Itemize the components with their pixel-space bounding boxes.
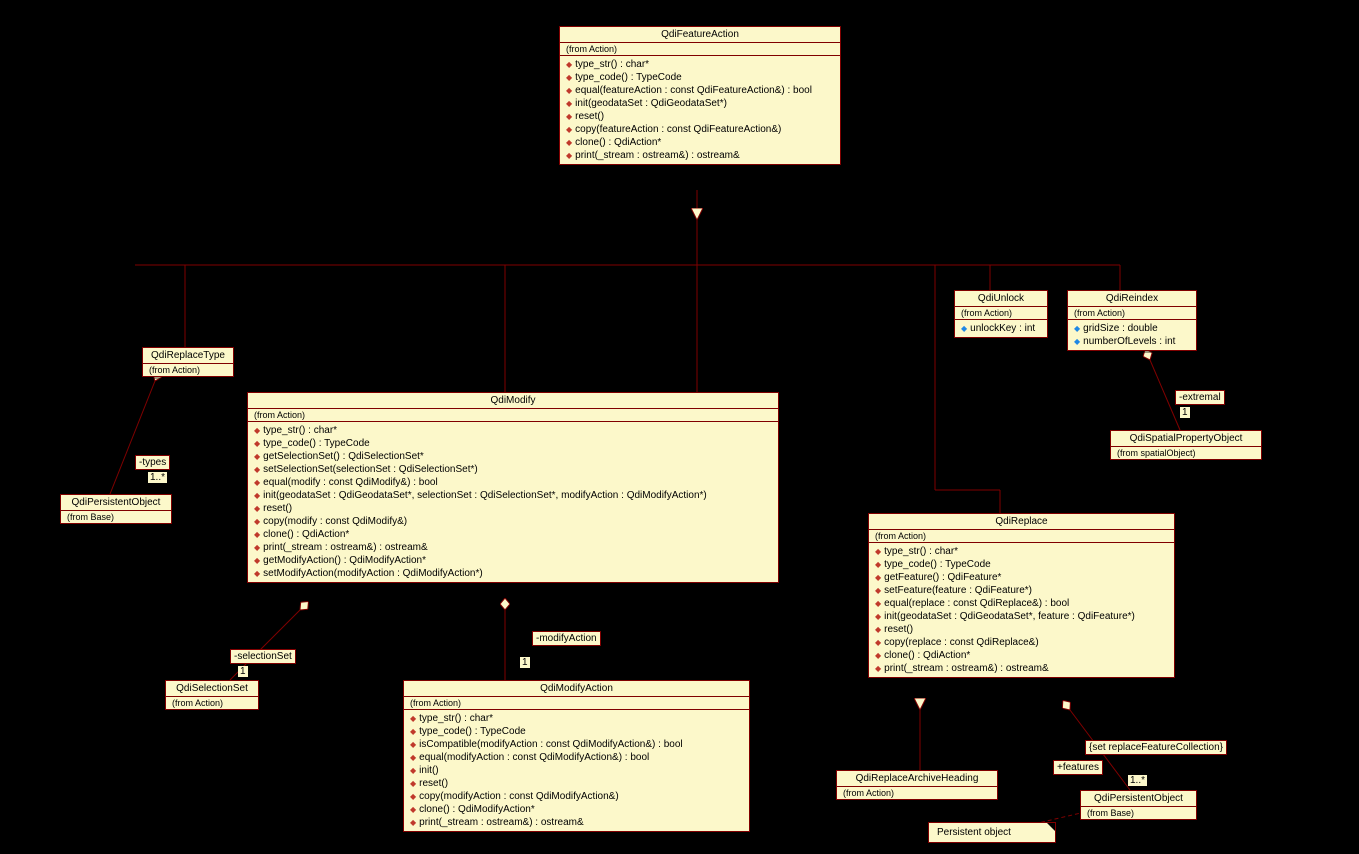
class-from: (from Action) — [248, 409, 778, 422]
class-from: (from Base) — [61, 511, 171, 523]
class-title: QdiReplaceArchiveHeading — [837, 771, 997, 787]
class-title: QdiReplaceType — [143, 348, 233, 364]
op: type_str() : char* — [875, 545, 1168, 558]
op: isCompatible(modifyAction : const QdiMod… — [410, 738, 743, 751]
op: type_code() : TypeCode — [566, 71, 834, 84]
class-title: QdiSelectionSet — [166, 681, 258, 697]
class-title: QdiModifyAction — [404, 681, 749, 697]
note-text: Persistent object — [937, 827, 1011, 838]
class-from: (from Action) — [869, 530, 1174, 543]
op: init(geodataSet : QdiGeodataSet*, select… — [254, 489, 772, 502]
label-features-set: {set replaceFeatureCollection} — [1085, 740, 1227, 755]
op: copy(modify : const QdiModify&) — [254, 515, 772, 528]
op: clone() : QdiModifyAction* — [410, 803, 743, 816]
op: reset() — [410, 777, 743, 790]
op: reset() — [566, 110, 834, 123]
label-extremal: -extremal — [1175, 390, 1225, 405]
class-title: QdiSpatialPropertyObject — [1111, 431, 1261, 447]
label-types: -types — [135, 455, 170, 470]
class-from: (from Base) — [1081, 807, 1196, 819]
class-from: (from Action) — [143, 364, 233, 376]
class-from: (from Action) — [404, 697, 749, 710]
class-title: QdiReplace — [869, 514, 1174, 530]
op: print(_stream : ostream&) : ostream& — [875, 662, 1168, 675]
class-from: (from Action) — [955, 307, 1047, 320]
op: type_str() : char* — [566, 58, 834, 71]
class-qdipersistentobject-1: QdiPersistentObject (from Base) — [60, 494, 172, 524]
class-title: QdiUnlock — [955, 291, 1047, 307]
op: copy(replace : const QdiReplace&) — [875, 636, 1168, 649]
class-title: QdiReindex — [1068, 291, 1196, 307]
attr: numberOfLevels : int — [1074, 335, 1190, 348]
class-qdispatialpropertyobject: QdiSpatialPropertyObject (from spatialOb… — [1110, 430, 1262, 460]
op: print(_stream : ostream&) : ostream& — [254, 541, 772, 554]
op: getFeature() : QdiFeature* — [875, 571, 1168, 584]
op: init() — [410, 764, 743, 777]
label-selset-mult: 1 — [238, 666, 248, 677]
op: clone() : QdiAction* — [254, 528, 772, 541]
class-qdifeatureaction: QdiFeatureAction (from Action) type_str(… — [559, 26, 841, 165]
class-from: (from Action) — [837, 787, 997, 799]
label-extremal-mult: 1 — [1180, 407, 1190, 418]
op: getSelectionSet() : QdiSelectionSet* — [254, 450, 772, 463]
op: type_str() : char* — [410, 712, 743, 725]
op: getModifyAction() : QdiModifyAction* — [254, 554, 772, 567]
class-from: (from Action) — [166, 697, 258, 709]
class-qdiunlock: QdiUnlock (from Action) unlockKey : int — [954, 290, 1048, 338]
class-qdimodifyaction: QdiModifyAction (from Action) type_str()… — [403, 680, 750, 832]
op: equal(modifyAction : const QdiModifyActi… — [410, 751, 743, 764]
class-qdimodify: QdiModify (from Action) type_str() : cha… — [247, 392, 779, 583]
class-title: QdiFeatureAction — [560, 27, 840, 43]
class-from: (from Action) — [1068, 307, 1196, 320]
op: init(geodataSet : QdiGeodataSet*, featur… — [875, 610, 1168, 623]
label-types-mult: 1..* — [148, 472, 167, 483]
op: equal(modify : const QdiModify&) : bool — [254, 476, 772, 489]
class-qdireplacetype: QdiReplaceType (from Action) — [142, 347, 234, 377]
class-qdireindex: QdiReindex (from Action) gridSize : doub… — [1067, 290, 1197, 351]
class-from: (from spatialObject) — [1111, 447, 1261, 459]
attr: gridSize : double — [1074, 322, 1190, 335]
class-qdireplace: QdiReplace (from Action) type_str() : ch… — [868, 513, 1175, 678]
class-qdireplacearchiveheading: QdiReplaceArchiveHeading (from Action) — [836, 770, 998, 800]
label-features: +features — [1053, 760, 1103, 775]
label-features-mult: 1..* — [1128, 775, 1147, 786]
op: reset() — [254, 502, 772, 515]
op: copy(modifyAction : const QdiModifyActio… — [410, 790, 743, 803]
op: type_code() : TypeCode — [410, 725, 743, 738]
op: type_code() : TypeCode — [875, 558, 1168, 571]
class-title: QdiPersistentObject — [61, 495, 171, 511]
class-title: QdiPersistentObject — [1081, 791, 1196, 807]
op: setSelectionSet(selectionSet : QdiSelect… — [254, 463, 772, 476]
label-modifyaction: -modifyAction — [532, 631, 601, 646]
op: clone() : QdiAction* — [566, 136, 834, 149]
op: copy(featureAction : const QdiFeatureAct… — [566, 123, 834, 136]
class-from: (from Action) — [560, 43, 840, 56]
label-modact-mult: 1 — [520, 657, 530, 668]
op: setModifyAction(modifyAction : QdiModify… — [254, 567, 772, 580]
op: reset() — [875, 623, 1168, 636]
op: type_code() : TypeCode — [254, 437, 772, 450]
op: init(geodataSet : QdiGeodataSet*) — [566, 97, 834, 110]
op: print(_stream : ostream&) : ostream& — [566, 149, 834, 162]
class-qdiselectionset: QdiSelectionSet (from Action) — [165, 680, 259, 710]
op: type_str() : char* — [254, 424, 772, 437]
label-selectionset: -selectionSet — [230, 649, 296, 664]
class-qdipersistentobject-2: QdiPersistentObject (from Base) — [1080, 790, 1197, 820]
op: clone() : QdiAction* — [875, 649, 1168, 662]
op: equal(replace : const QdiReplace&) : boo… — [875, 597, 1168, 610]
class-title: QdiModify — [248, 393, 778, 409]
note-persistent-object: Persistent object — [928, 822, 1056, 843]
op: print(_stream : ostream&) : ostream& — [410, 816, 743, 829]
op: equal(featureAction : const QdiFeatureAc… — [566, 84, 834, 97]
attr: unlockKey : int — [961, 322, 1041, 335]
op: setFeature(feature : QdiFeature*) — [875, 584, 1168, 597]
